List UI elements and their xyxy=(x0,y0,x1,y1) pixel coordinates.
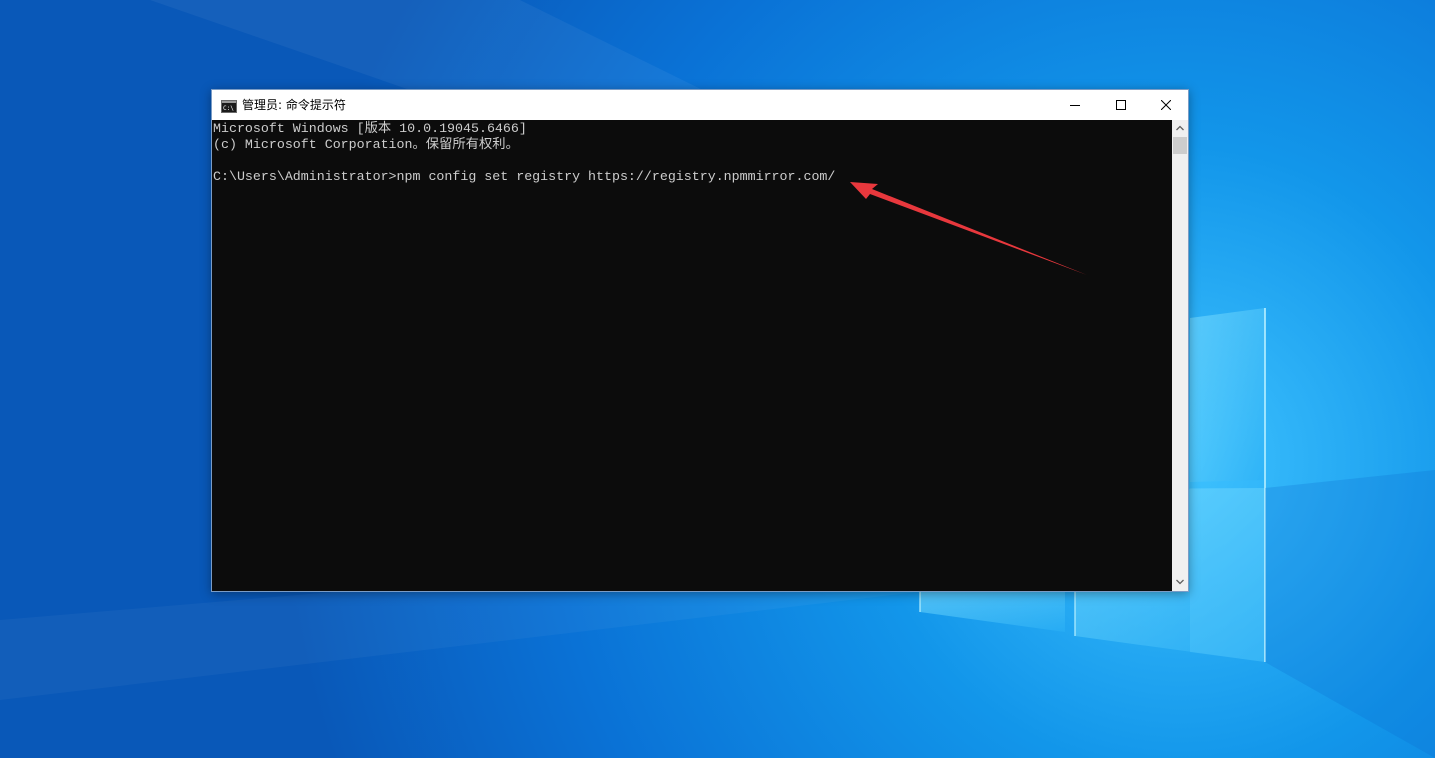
title-bar[interactable]: C:\ 管理员: 命令提示符 xyxy=(212,90,1188,120)
maximize-icon xyxy=(1116,100,1126,110)
close-button[interactable] xyxy=(1143,90,1189,120)
close-icon xyxy=(1161,100,1171,110)
console-command-line: C:\Users\Administrator>npm config set re… xyxy=(213,169,836,184)
vertical-scrollbar[interactable] xyxy=(1172,120,1188,591)
maximize-button[interactable] xyxy=(1098,90,1144,120)
minimize-button[interactable] xyxy=(1052,90,1098,120)
cmd-icon: C:\ xyxy=(221,98,237,113)
chevron-down-icon xyxy=(1176,579,1184,585)
scroll-thumb[interactable] xyxy=(1173,137,1187,154)
minimize-icon xyxy=(1070,105,1080,106)
window-title: 管理员: 命令提示符 xyxy=(242,98,346,112)
console-line: Microsoft Windows [版本 10.0.19045.6466] xyxy=(213,121,527,136)
cmd-window[interactable]: C:\ 管理员: 命令提示符 Microsoft Windows [版本 10.… xyxy=(211,89,1189,592)
scroll-down-button[interactable] xyxy=(1172,574,1188,591)
scroll-up-button[interactable] xyxy=(1172,120,1188,137)
console-line: (c) Microsoft Corporation。保留所有权利。 xyxy=(213,137,519,152)
svg-text:C:\: C:\ xyxy=(223,105,234,112)
console-output[interactable]: Microsoft Windows [版本 10.0.19045.6466] (… xyxy=(212,120,1172,591)
chevron-up-icon xyxy=(1176,125,1184,131)
